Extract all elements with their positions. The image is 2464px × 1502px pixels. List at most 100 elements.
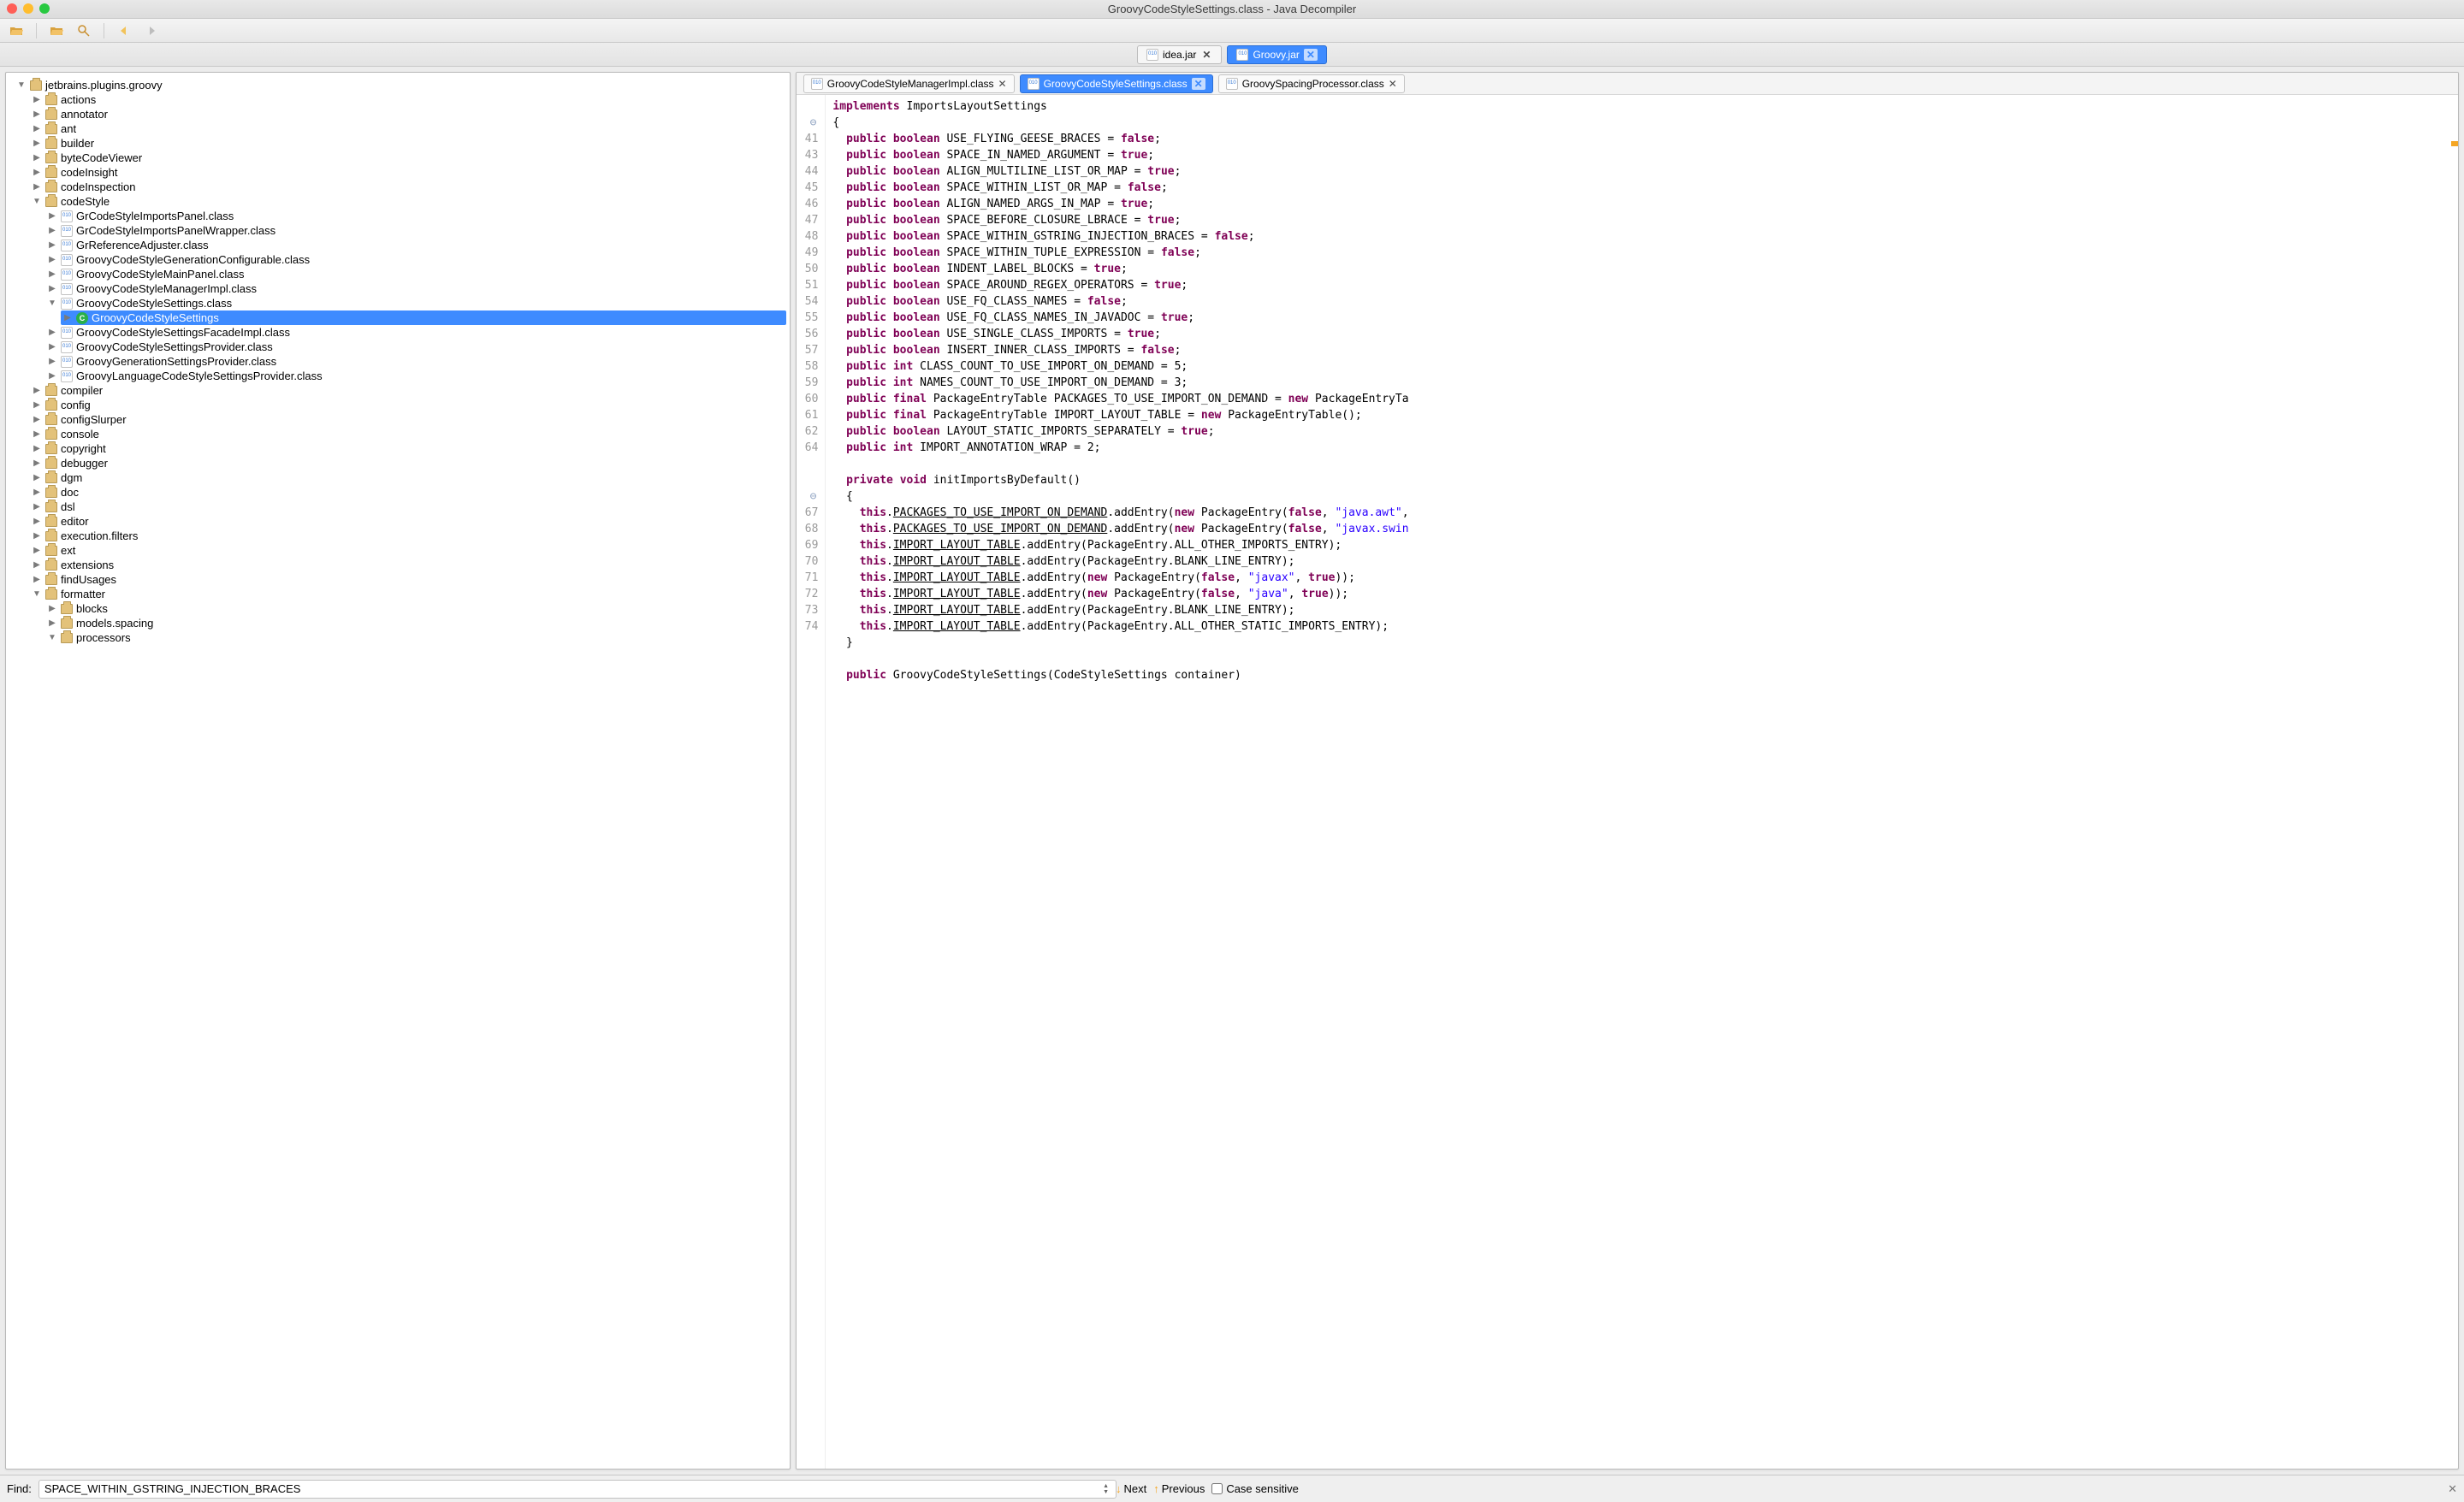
tree-node[interactable]: ▶GroovyCodeStyleSettingsProvider.class (45, 340, 786, 354)
tree-node[interactable]: ▶GroovyLanguageCodeStyleSettingsProvider… (45, 369, 786, 383)
tree-node[interactable]: ▶GrCodeStyleImportsPanel.class (45, 209, 786, 223)
overview-marker[interactable] (2451, 141, 2458, 146)
tree-node[interactable]: ▼processors (45, 630, 786, 645)
disclosure-triangle[interactable]: ▶ (32, 415, 42, 424)
tree-node[interactable]: ▶config (30, 398, 786, 412)
close-icon[interactable]: ✕ (1192, 78, 1205, 90)
disclosure-triangle[interactable]: ▶ (47, 284, 57, 293)
disclosure-triangle[interactable]: ▼ (32, 197, 42, 206)
tree-node[interactable]: ▶editor (30, 514, 786, 529)
tree-node[interactable]: ▶annotator (30, 107, 786, 121)
nav-forward-button[interactable] (142, 21, 161, 40)
tree-node[interactable]: ▶codeInsight (30, 165, 786, 180)
nav-back-button[interactable] (115, 21, 133, 40)
case-sensitive-checkbox[interactable]: Case sensitive (1211, 1482, 1299, 1495)
disclosure-triangle[interactable]: ▶ (47, 255, 57, 264)
disclosure-triangle[interactable]: ▶ (32, 182, 42, 192)
disclosure-triangle[interactable]: ▶ (62, 313, 73, 322)
disclosure-triangle[interactable]: ▶ (47, 618, 57, 628)
disclosure-triangle[interactable]: ▶ (32, 473, 42, 482)
disclosure-triangle[interactable]: ▶ (47, 269, 57, 279)
disclosure-triangle[interactable]: ▼ (47, 299, 57, 308)
editor-tab[interactable]: GroovyCodeStyleManagerImpl.class✕ (803, 74, 1015, 93)
tree-node[interactable]: ▶builder (30, 136, 786, 151)
disclosure-triangle[interactable]: ▶ (32, 458, 42, 468)
tree-node[interactable]: ▶configSlurper (30, 412, 786, 427)
tree-node[interactable]: ▶models.spacing (45, 616, 786, 630)
close-icon[interactable]: ✕ (1389, 78, 1397, 90)
tree-node[interactable]: ▶extensions (30, 558, 786, 572)
source-view[interactable]: implements ImportsLayoutSettings{ public… (826, 95, 2458, 1469)
tree-node[interactable]: ▼codeStyle (30, 194, 786, 209)
disclosure-triangle[interactable]: ▶ (32, 502, 42, 512)
disclosure-triangle[interactable]: ▼ (32, 589, 42, 599)
disclosure-triangle[interactable]: ▶ (32, 168, 42, 177)
find-next-button[interactable]: ↓Next (1116, 1482, 1146, 1495)
disclosure-triangle[interactable]: ▶ (47, 226, 57, 235)
disclosure-triangle[interactable]: ▶ (47, 604, 57, 613)
tree-node[interactable]: ▶CGroovyCodeStyleSettings (61, 310, 786, 325)
close-window-button[interactable] (7, 3, 17, 14)
disclosure-triangle[interactable]: ▶ (32, 95, 42, 104)
tree-node[interactable]: ▶findUsages (30, 572, 786, 587)
close-icon[interactable]: ✕ (1200, 49, 1212, 61)
minimize-window-button[interactable] (23, 3, 33, 14)
open-file-button[interactable] (7, 21, 26, 40)
open-type-button[interactable] (47, 21, 66, 40)
disclosure-triangle[interactable]: ▶ (32, 139, 42, 148)
editor-tab[interactable]: GroovyCodeStyleSettings.class✕ (1020, 74, 1213, 93)
tree-node[interactable]: ▶dsl (30, 500, 786, 514)
tree-node[interactable]: ▶codeInspection (30, 180, 786, 194)
tree-node[interactable]: ▶console (30, 427, 786, 441)
tree-node[interactable]: ▼GroovyCodeStyleSettings.class (45, 296, 786, 310)
tree-node[interactable]: ▶GroovyCodeStyleManagerImpl.class (45, 281, 786, 296)
search-button[interactable] (74, 21, 93, 40)
disclosure-triangle[interactable]: ▶ (47, 357, 57, 366)
editor-tab[interactable]: GroovySpacingProcessor.class✕ (1218, 74, 1405, 93)
tree-node[interactable]: ▶debugger (30, 456, 786, 470)
tree-node[interactable]: ▶copyright (30, 441, 786, 456)
disclosure-triangle[interactable]: ▶ (32, 124, 42, 133)
disclosure-triangle[interactable]: ▶ (47, 211, 57, 221)
tree-node[interactable]: ▶ext (30, 543, 786, 558)
disclosure-triangle[interactable]: ▶ (47, 240, 57, 250)
disclosure-triangle[interactable]: ▶ (32, 109, 42, 119)
close-icon[interactable]: ✕ (998, 78, 1007, 90)
disclosure-triangle[interactable]: ▶ (32, 444, 42, 453)
tree-node[interactable]: ▶GrReferenceAdjuster.class (45, 238, 786, 252)
disclosure-triangle[interactable]: ▶ (32, 531, 42, 541)
disclosure-triangle[interactable]: ▶ (32, 517, 42, 526)
tree-node[interactable]: ▶GroovyCodeStyleGenerationConfigurable.c… (45, 252, 786, 267)
find-input[interactable] (38, 1480, 1116, 1499)
tree-node[interactable]: ▶execution.filters (30, 529, 786, 543)
close-icon[interactable]: ✕ (1304, 49, 1318, 61)
tree-node[interactable]: ▶dgm (30, 470, 786, 485)
tree-node[interactable]: ▶compiler (30, 383, 786, 398)
disclosure-triangle[interactable]: ▶ (32, 429, 42, 439)
tree-node[interactable]: ▶GroovyCodeStyleMainPanel.class (45, 267, 786, 281)
tree-node[interactable]: ▶GrCodeStyleImportsPanelWrapper.class (45, 223, 786, 238)
tree-node[interactable]: ▶ant (30, 121, 786, 136)
disclosure-triangle[interactable]: ▼ (47, 633, 57, 642)
tree-node[interactable]: ▶doc (30, 485, 786, 500)
disclosure-triangle[interactable]: ▶ (47, 342, 57, 352)
package-tree[interactable]: ▼jetbrains.plugins.groovy▶actions▶annota… (6, 73, 790, 1469)
disclosure-triangle[interactable]: ▶ (32, 560, 42, 570)
disclosure-triangle[interactable]: ▶ (32, 386, 42, 395)
tree-node[interactable]: ▶GroovyCodeStyleSettingsFacadeImpl.class (45, 325, 786, 340)
disclosure-triangle[interactable]: ▶ (32, 546, 42, 555)
disclosure-triangle[interactable]: ▶ (32, 575, 42, 584)
disclosure-triangle[interactable]: ▶ (47, 371, 57, 381)
tree-node[interactable]: ▶byteCodeViewer (30, 151, 786, 165)
disclosure-triangle[interactable]: ▶ (32, 400, 42, 410)
disclosure-triangle[interactable]: ▶ (47, 328, 57, 337)
tree-node[interactable]: ▶blocks (45, 601, 786, 616)
tree-node[interactable]: ▼formatter (30, 587, 786, 601)
tree-node[interactable]: ▶actions (30, 92, 786, 107)
find-close-button[interactable]: ✕ (2448, 1482, 2457, 1496)
file-tab[interactable]: idea.jar✕ (1137, 45, 1222, 64)
disclosure-triangle[interactable]: ▼ (16, 80, 27, 90)
disclosure-triangle[interactable]: ▶ (32, 153, 42, 163)
zoom-window-button[interactable] (39, 3, 50, 14)
find-stepper[interactable]: ▲▼ (1103, 1483, 1109, 1495)
